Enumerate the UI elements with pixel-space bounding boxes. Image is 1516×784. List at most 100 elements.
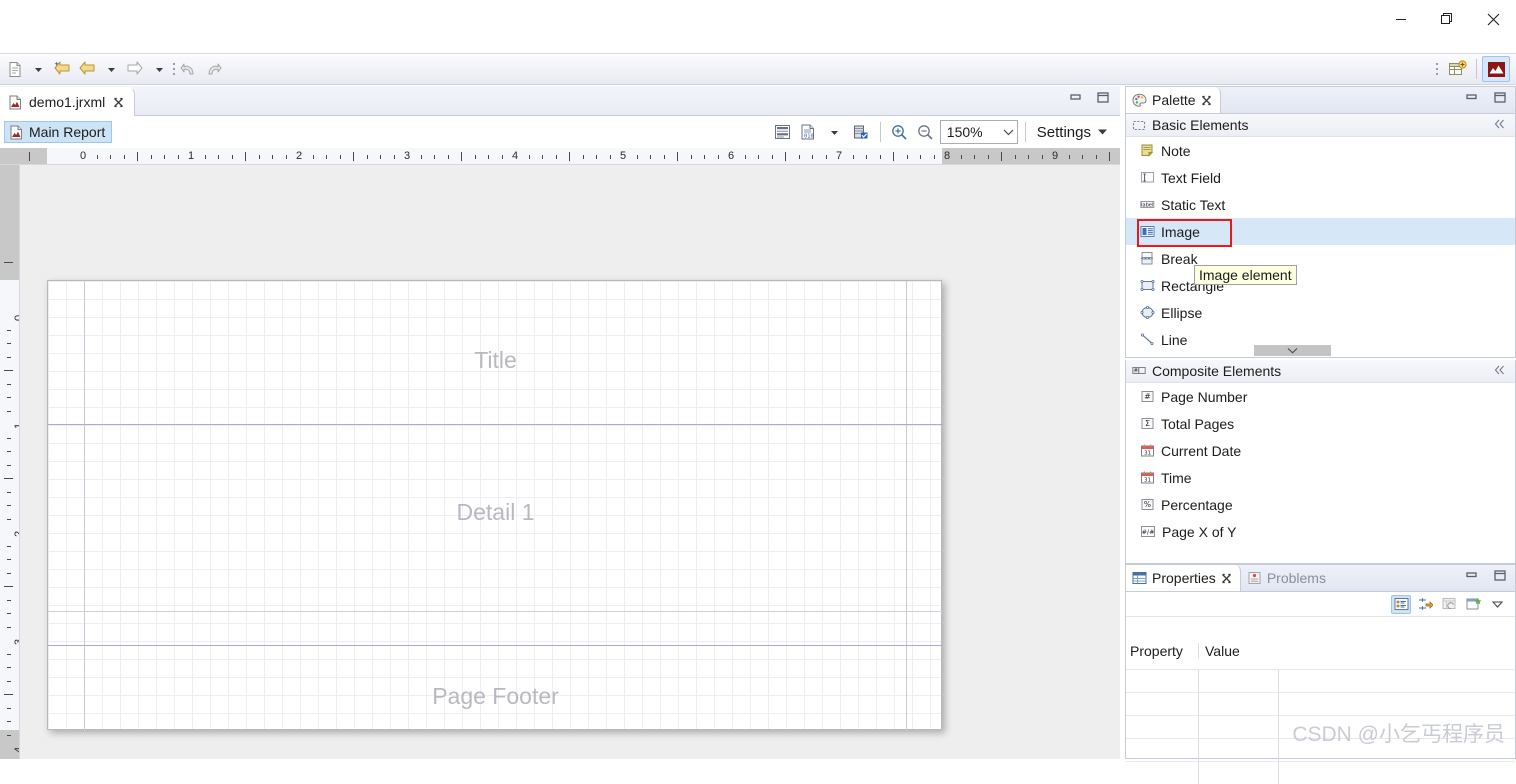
- editor-tab-demo1-jrxml[interactable]: demo1.jrxml: [0, 87, 136, 116]
- minimize-properties-button[interactable]: [1464, 569, 1479, 582]
- advanced-icon[interactable]: [1415, 595, 1435, 614]
- editor-toolbar-separator-2: [1024, 122, 1026, 142]
- horizontal-ruler[interactable]: 0 1 2 3 4 5 6 7 8 9: [0, 148, 1120, 165]
- palette-item-image[interactable]: Image: [1126, 218, 1515, 247]
- zoom-in-icon[interactable]: [888, 120, 912, 144]
- chevron-down-icon[interactable]: [1097, 128, 1108, 136]
- minimize-palette-button[interactable]: [1464, 91, 1479, 104]
- palette-item-rectangle[interactable]: Rectangle: [1126, 272, 1515, 299]
- ruler-tick: [1095, 155, 1097, 159]
- ruler-tick: [7, 383, 11, 385]
- palette-item-current-date[interactable]: 31 Current Date: [1126, 437, 1515, 464]
- maximize-palette-button[interactable]: [1492, 91, 1507, 104]
- palette-scroll-down-button[interactable]: [1254, 345, 1331, 356]
- palette-item-static-text[interactable]: label Static Text: [1126, 191, 1515, 218]
- palette-close-icon[interactable]: [1201, 95, 1212, 106]
- editor-tab-close-icon[interactable]: [113, 97, 124, 108]
- collapse-all-icon[interactable]: [1494, 119, 1507, 129]
- tab-palette[interactable]: Palette: [1126, 87, 1221, 113]
- minimize-editor-button[interactable]: [1068, 91, 1083, 104]
- properties-close-icon[interactable]: [1221, 573, 1232, 584]
- svg-text:#: #: [1134, 368, 1138, 374]
- title-band-divider[interactable]: [48, 424, 943, 425]
- open-perspective-icon[interactable]: [1443, 56, 1471, 82]
- data-preview-dropdown-arrow-icon[interactable]: [823, 120, 847, 144]
- ruler-tick: [852, 155, 854, 159]
- svg-text:31: 31: [1144, 451, 1152, 457]
- palette-item-page-x-of-y[interactable]: #/# Page X of Y: [1126, 518, 1515, 545]
- palette-item-percentage-label: Percentage: [1161, 496, 1233, 513]
- forward-arrow-icon[interactable]: [123, 57, 147, 81]
- palette-section-basic-elements[interactable]: Basic Elements: [1126, 114, 1515, 137]
- palette-item-percentage[interactable]: % Percentage: [1126, 491, 1515, 518]
- palette-item-page-number[interactable]: # Page Number: [1126, 383, 1515, 410]
- table-row[interactable]: [1126, 669, 1515, 692]
- palette-item-text-field[interactable]: Text Field: [1126, 164, 1515, 191]
- table-row[interactable]: [1126, 692, 1515, 715]
- categories-icon[interactable]: [1391, 594, 1411, 614]
- new-property-icon[interactable]: [1463, 595, 1483, 614]
- zoom-level-combobox[interactable]: 150%: [939, 120, 1018, 144]
- ruler-tick: [218, 155, 219, 159]
- chevron-down-icon[interactable]: [1003, 128, 1014, 136]
- ruler-tick: [677, 152, 678, 161]
- zoom-out-icon[interactable]: [914, 120, 938, 144]
- data-preview-icon[interactable]: 010: [797, 120, 821, 144]
- new-file-icon[interactable]: [4, 57, 26, 81]
- main-report-tab-label: Main Report: [29, 124, 106, 140]
- report-canvas[interactable]: Title Detail 1 Page Footer: [20, 165, 1120, 759]
- editor-toolbar-separator: [879, 122, 881, 142]
- percentage-icon: %: [1140, 497, 1155, 512]
- ruler-tick: [596, 155, 597, 159]
- settings-button[interactable]: Settings: [1033, 124, 1112, 141]
- perspective-grip[interactable]: [1434, 58, 1440, 80]
- undo-icon[interactable]: [178, 57, 201, 81]
- table-row[interactable]: [1126, 738, 1515, 761]
- forward-dropdown-arrow-icon[interactable]: [148, 57, 170, 81]
- collapse-all-icon[interactable]: [1494, 365, 1507, 375]
- window-close-button[interactable]: [1470, 0, 1516, 38]
- ruler-tick: [488, 155, 489, 159]
- back-dropdown-arrow-icon[interactable]: [100, 57, 122, 81]
- main-report-tab[interactable]: Main Report: [4, 121, 113, 143]
- ruler-tick: [7, 343, 11, 344]
- palette-section-composite-elements[interactable]: # Composite Elements: [1126, 360, 1515, 383]
- report-page[interactable]: Title Detail 1 Page Footer: [47, 280, 943, 731]
- new-file-dropdown-arrow-icon[interactable]: [27, 57, 49, 81]
- ruler-label: 0: [13, 315, 19, 321]
- palette-item-total-pages[interactable]: Σ Total Pages: [1126, 410, 1515, 437]
- compile-icon[interactable]: [849, 120, 873, 144]
- detail-band-divider[interactable]: [48, 645, 943, 646]
- palette-item-time[interactable]: 31 Time: [1126, 464, 1515, 491]
- tab-problems[interactable]: Problems: [1241, 565, 1334, 591]
- palette-item-note[interactable]: Note: [1126, 137, 1515, 164]
- tab-properties[interactable]: Properties: [1126, 565, 1241, 591]
- ruler-tick: [663, 155, 665, 159]
- table-row[interactable]: [1126, 715, 1515, 738]
- ruler-tick: [110, 155, 111, 159]
- ruler-label: 1: [188, 150, 195, 162]
- redo-icon[interactable]: [202, 57, 225, 81]
- maximize-properties-button[interactable]: [1492, 569, 1507, 582]
- restore-default-icon[interactable]: [1439, 595, 1459, 614]
- ruler-tick: [272, 155, 273, 159]
- window-minimize-button[interactable]: [1378, 0, 1424, 38]
- window-restore-button[interactable]: [1424, 0, 1470, 38]
- ruler-tick: [7, 397, 11, 398]
- chevron-down-icon[interactable]: [1487, 595, 1507, 614]
- back-arrow-icon[interactable]: [75, 57, 99, 81]
- back-arrow-star-icon[interactable]: [50, 57, 74, 81]
- maximize-editor-button[interactable]: [1095, 91, 1110, 104]
- palette-item-break[interactable]: Break: [1126, 245, 1515, 272]
- ruler-tick: [7, 626, 11, 628]
- ruler-tick: [569, 152, 570, 161]
- bands-icon[interactable]: [771, 120, 795, 144]
- toolbar-grip[interactable]: [171, 58, 177, 80]
- properties-table[interactable]: Property Value: [1126, 643, 1515, 784]
- palette-item-ellipse[interactable]: Ellipse: [1126, 299, 1515, 326]
- ruler-tick: [7, 545, 11, 547]
- ruler-tick: [258, 155, 260, 159]
- jasper-report-icon[interactable]: [1482, 56, 1510, 82]
- table-row[interactable]: [1126, 761, 1515, 784]
- vertical-ruler[interactable]: 0 1 2 3 4: [0, 165, 20, 759]
